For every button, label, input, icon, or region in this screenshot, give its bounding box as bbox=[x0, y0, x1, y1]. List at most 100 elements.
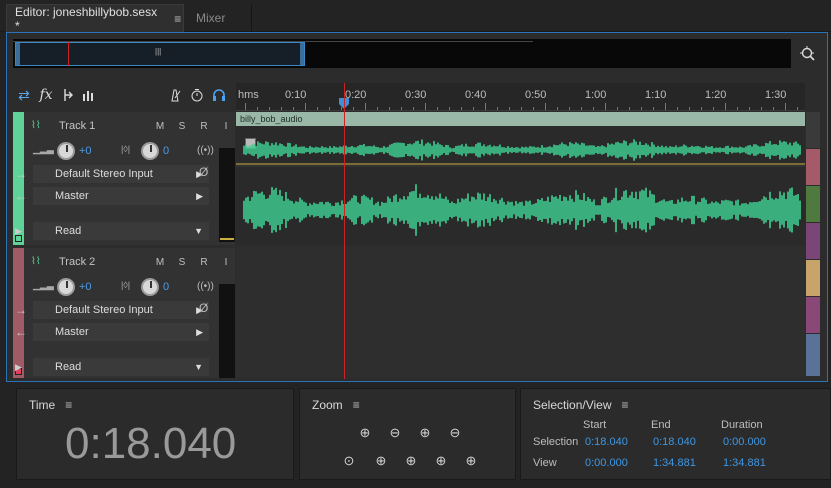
ruler-minor-tick bbox=[317, 107, 318, 110]
track-2-lane[interactable] bbox=[236, 247, 805, 377]
inputs-outputs-icon[interactable]: ⇄ bbox=[14, 85, 34, 105]
ruler-minor-tick bbox=[677, 107, 678, 110]
editor-panel: ||| ⇄ fx hms 0:10 0:20 0:30 0:40 0:50 1:… bbox=[6, 32, 828, 382]
panel-menu-icon[interactable]: ≡ bbox=[65, 398, 74, 412]
automation-mode-select[interactable]: ▶ Read ▼ bbox=[15, 222, 209, 240]
track-color-swatch[interactable] bbox=[806, 223, 820, 259]
eq-icon[interactable] bbox=[79, 85, 99, 105]
polarity-icon[interactable]: Ø bbox=[199, 165, 208, 179]
zoom-to-selection-icon[interactable]: ⊕ bbox=[430, 451, 452, 471]
tab-mixer[interactable]: Mixer bbox=[186, 4, 252, 32]
mute-button[interactable]: M bbox=[151, 119, 169, 135]
input-select[interactable]: → Default Stereo Input ▶ bbox=[15, 301, 209, 319]
expand-triangle-icon[interactable]: ▶ bbox=[15, 222, 22, 240]
volume-knob[interactable] bbox=[57, 278, 75, 296]
view-duration[interactable]: 1:34.881 bbox=[723, 457, 766, 469]
stereo-icon[interactable]: ((•)) bbox=[197, 145, 214, 156]
view-start[interactable]: 0:00.000 bbox=[585, 457, 628, 469]
waveform-channel-right bbox=[243, 184, 801, 236]
zoom-in-time-icon[interactable]: ⊕ bbox=[414, 423, 436, 443]
zoom-fit-icon[interactable] bbox=[799, 45, 817, 63]
expand-triangle-icon[interactable]: ▶ bbox=[15, 358, 22, 376]
zoom-in-selection-start-icon[interactable]: ⊕ bbox=[370, 451, 392, 471]
track-name[interactable]: Track 2 bbox=[59, 256, 95, 268]
track-color-swatch[interactable] bbox=[806, 149, 820, 185]
ruler-minor-tick bbox=[473, 107, 474, 110]
record-timer-icon[interactable] bbox=[187, 85, 207, 105]
input-monitor-button[interactable]: I bbox=[217, 255, 235, 271]
overview-navigator[interactable]: ||| bbox=[13, 39, 791, 68]
view-end[interactable]: 1:34.881 bbox=[653, 457, 696, 469]
solo-button[interactable]: S bbox=[173, 119, 191, 135]
panel-menu-icon[interactable]: ≡ bbox=[353, 398, 362, 412]
effects-fx-icon[interactable]: fx bbox=[36, 85, 56, 105]
volume-value[interactable]: +0 bbox=[79, 281, 92, 293]
output-select[interactable]: ← Master ▶ bbox=[15, 187, 209, 205]
record-arm-button[interactable]: R bbox=[195, 119, 213, 135]
sends-icon[interactable] bbox=[58, 85, 78, 105]
chevron-right-icon: ▶ bbox=[196, 191, 203, 201]
volume-value[interactable]: +0 bbox=[79, 145, 92, 157]
monitor-headphones-icon[interactable] bbox=[209, 85, 229, 105]
waveform-channel-left bbox=[243, 139, 801, 161]
track-color-swatch[interactable] bbox=[806, 186, 820, 222]
zoom-in-selection-end-icon[interactable]: ⊕ bbox=[400, 451, 422, 471]
polarity-icon[interactable]: Ø bbox=[199, 301, 208, 315]
selection-view-panel: Selection/View ≡ Start End Duration Selec… bbox=[520, 388, 831, 480]
current-time-display[interactable]: 0:18.040 bbox=[65, 419, 236, 469]
ruler-minor-tick bbox=[269, 107, 270, 110]
waveform-icon: ⌇⌇ bbox=[31, 256, 41, 267]
ruler-minor-tick bbox=[689, 107, 690, 110]
zoom-out-time-icon[interactable]: ⊖ bbox=[444, 423, 466, 443]
metronome-icon[interactable] bbox=[165, 85, 185, 105]
volume-icon: ▁▂▃ bbox=[33, 280, 54, 290]
ruler-minor-tick bbox=[641, 107, 642, 110]
zoom-all-tracks-icon[interactable]: ⊕ bbox=[460, 451, 482, 471]
mute-button[interactable]: M bbox=[151, 255, 169, 271]
tab-editor[interactable]: Editor: joneshbillybob.sesx * ≡ bbox=[6, 4, 184, 33]
selection-duration[interactable]: 0:00.000 bbox=[723, 436, 766, 448]
zoom-out-amplitude-icon[interactable]: ⊖ bbox=[384, 423, 406, 443]
pan-knob[interactable] bbox=[141, 278, 159, 296]
pan-value[interactable]: 0 bbox=[163, 281, 169, 293]
track-color-swatch[interactable] bbox=[806, 260, 820, 296]
ruler-tick: 0:10 bbox=[285, 89, 307, 101]
clip-name[interactable]: billy_bob_audio bbox=[236, 112, 805, 126]
ruler-minor-tick bbox=[761, 107, 762, 110]
track-color-swatch[interactable] bbox=[806, 297, 820, 333]
chevron-down-icon: ▼ bbox=[194, 226, 203, 236]
solo-button[interactable]: S bbox=[173, 255, 191, 271]
audio-clip[interactable]: billy_bob_audio bbox=[236, 112, 805, 245]
ruler-minor-tick bbox=[653, 107, 654, 110]
volume-knob[interactable] bbox=[57, 142, 75, 160]
input-monitor-button[interactable]: I bbox=[217, 119, 235, 135]
selection-start[interactable]: 0:18.040 bbox=[585, 436, 628, 448]
view-range-right-handle[interactable] bbox=[300, 43, 304, 65]
track-name[interactable]: Track 1 bbox=[59, 120, 95, 132]
zoom-out-full-icon[interactable]: ⊙ bbox=[338, 451, 360, 471]
panel-menu-icon[interactable]: ≡ bbox=[622, 398, 631, 412]
automation-mode-select[interactable]: ▶ Read ▼ bbox=[15, 358, 209, 376]
track-header-2: ⌇⌇ Track 2 M S R I ▁▂▃ +0 |◊| 0 ((•)) → … bbox=[13, 248, 235, 378]
ruler-minor-tick bbox=[293, 107, 294, 110]
pan-value[interactable]: 0 bbox=[163, 145, 169, 157]
ruler-tick: 0:30 bbox=[405, 89, 427, 101]
tab-mixer-label: Mixer bbox=[196, 11, 226, 25]
record-arm-button[interactable]: R bbox=[195, 255, 213, 271]
output-select[interactable]: ← Master ▶ bbox=[15, 323, 209, 341]
track-color-swatch[interactable] bbox=[806, 334, 820, 376]
pan-knob[interactable] bbox=[141, 142, 159, 160]
input-select[interactable]: → Default Stereo Input ▶ bbox=[15, 165, 209, 183]
zoom-in-amplitude-icon[interactable]: ⊕ bbox=[354, 423, 376, 443]
panel-menu-icon[interactable]: ≡ bbox=[174, 12, 183, 26]
ruler-minor-tick bbox=[329, 107, 330, 110]
track-color-swatch[interactable] bbox=[806, 112, 820, 148]
row-label-view: View bbox=[533, 457, 557, 469]
view-range-left-handle[interactable] bbox=[16, 43, 20, 65]
ruler-minor-tick bbox=[365, 103, 366, 110]
selection-end[interactable]: 0:18.040 bbox=[653, 436, 696, 448]
ruler-minor-tick bbox=[581, 107, 582, 110]
input-arrow-icon: → bbox=[15, 303, 27, 317]
timeline-ruler[interactable]: hms 0:10 0:20 0:30 0:40 0:50 1:00 1:10 1… bbox=[236, 83, 805, 111]
stereo-icon[interactable]: ((•)) bbox=[197, 281, 214, 292]
